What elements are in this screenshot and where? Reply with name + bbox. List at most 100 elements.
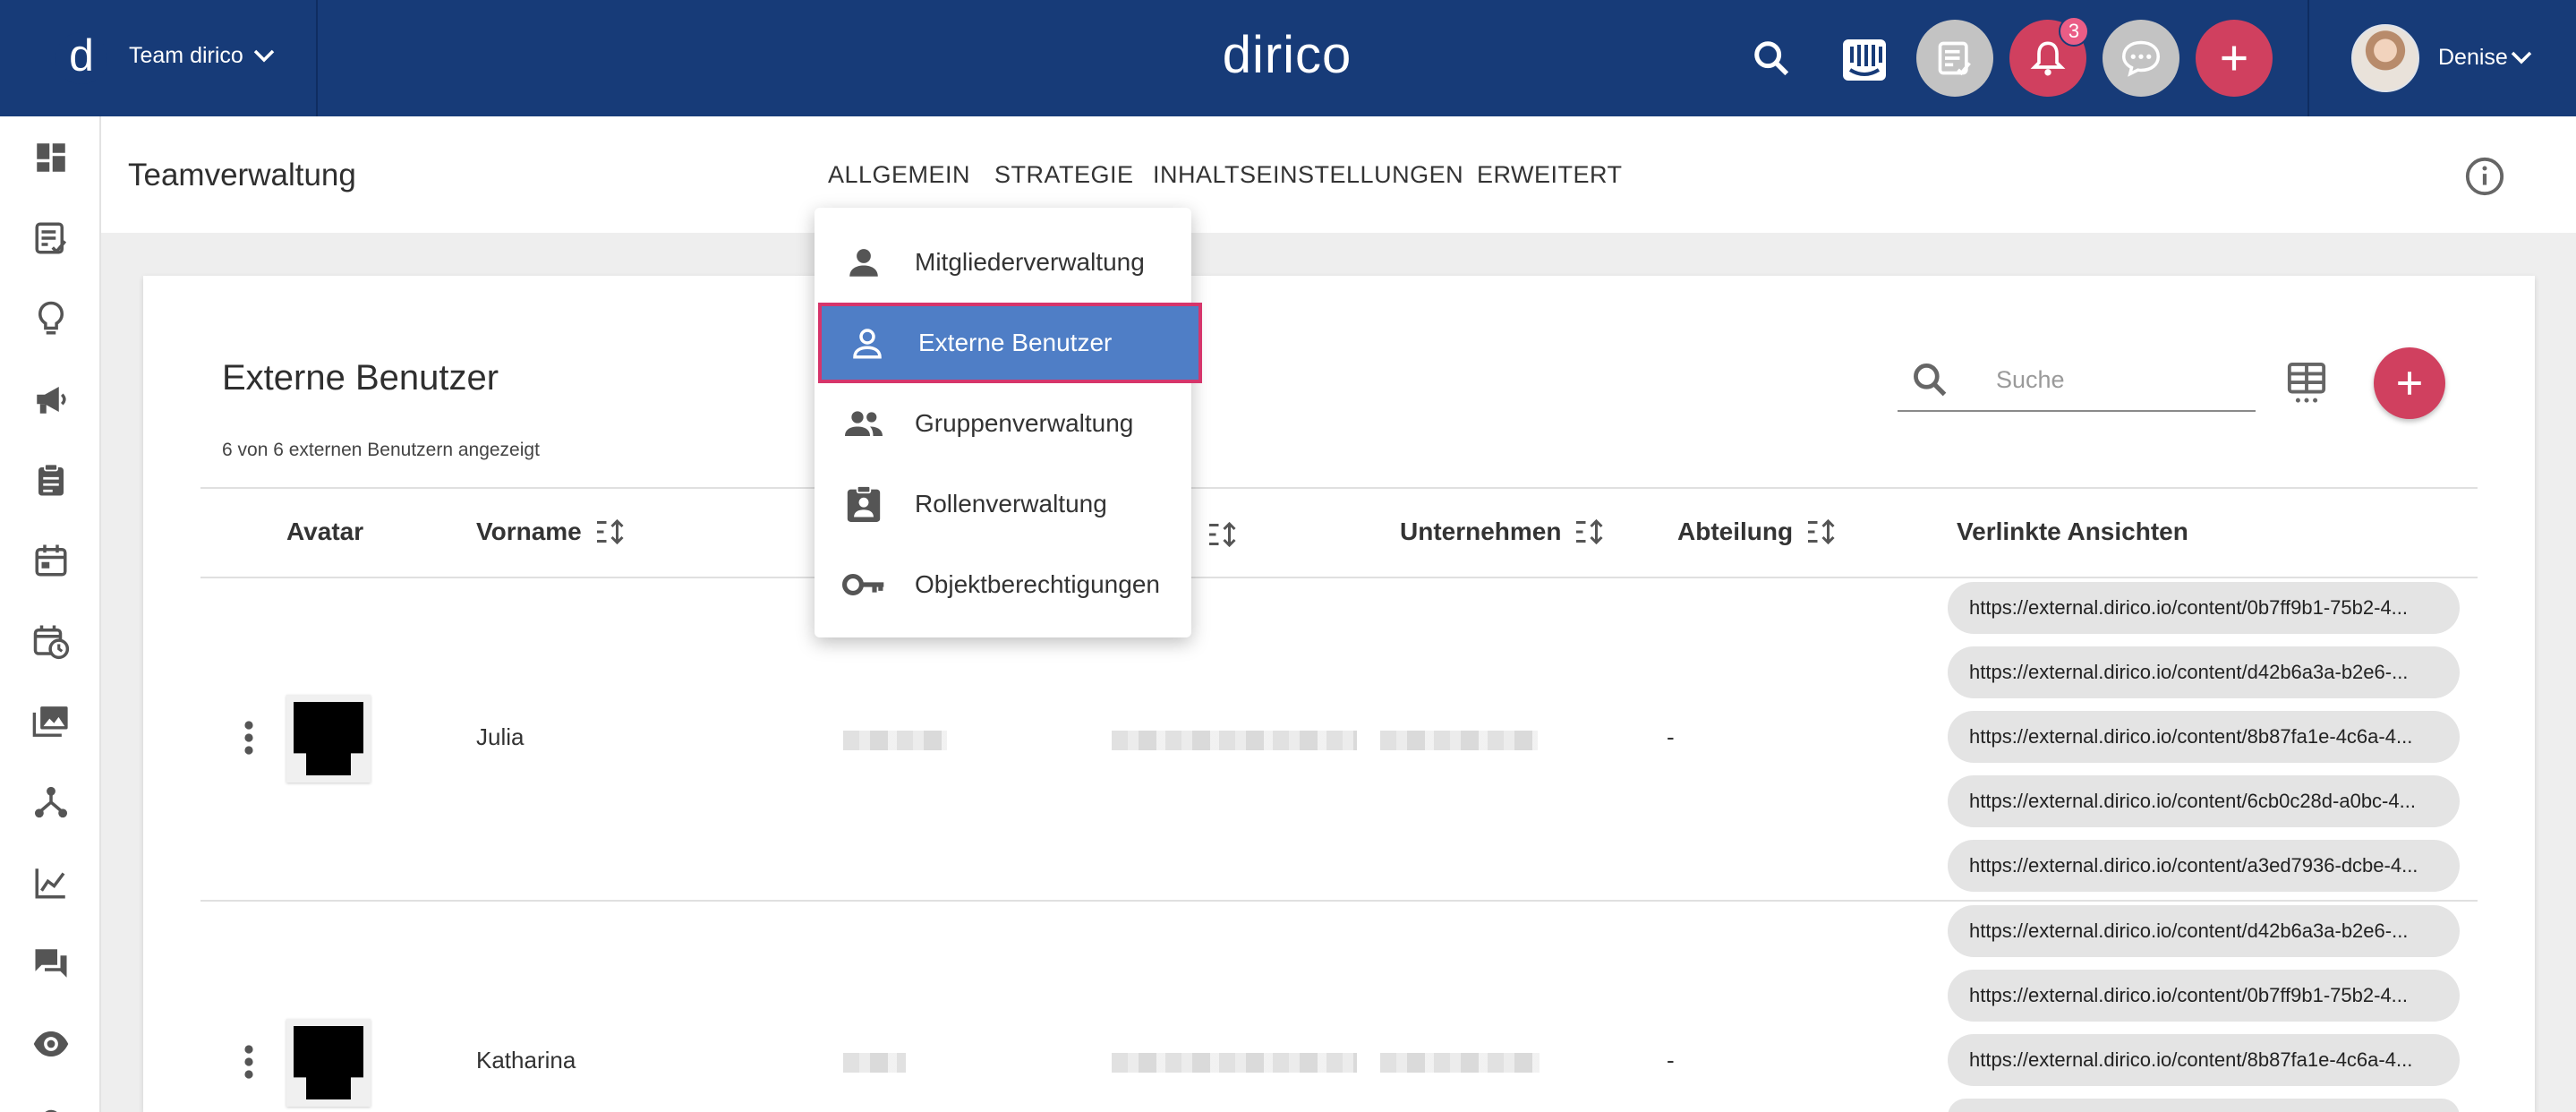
column-header-verlinkte-ansichten: Verlinkte Ansichten <box>1957 518 2188 546</box>
notification-badge: 3 <box>2059 16 2089 47</box>
redacted-last-name <box>843 1053 906 1073</box>
linked-view-chip[interactable]: https://external.dirico.io/content/6cb0c… <box>1948 775 2460 827</box>
redacted-company <box>1380 1053 1540 1073</box>
avatar <box>286 695 371 783</box>
assignment-ind-icon <box>841 482 886 526</box>
card-title: Externe Benutzer <box>222 358 499 398</box>
nav-briefings[interactable] <box>26 455 76 505</box>
sort-icon[interactable] <box>1805 518 1838 545</box>
person-icon <box>841 240 886 285</box>
table-divider <box>200 900 2478 902</box>
plus-icon <box>2222 46 2247 71</box>
nav-preview[interactable] <box>26 1019 76 1069</box>
nav-media[interactable] <box>26 697 76 747</box>
team-switcher[interactable]: d Team dirico <box>0 0 318 116</box>
chevron-down-icon[interactable] <box>2510 48 2533 66</box>
more-vert-icon[interactable] <box>242 1044 256 1080</box>
tab-erweitert[interactable]: ERWEITERT <box>1477 161 1623 189</box>
plus-icon <box>2398 372 2421 395</box>
column-header-vorname[interactable]: Vorname <box>476 518 627 546</box>
tasks-button[interactable] <box>1916 20 1993 97</box>
menu-item-objektberechtigungen[interactable]: Objektberechtigungen <box>815 544 1191 625</box>
menu-item-externe-benutzer[interactable]: Externe Benutzer <box>818 303 1202 383</box>
nav-more[interactable] <box>26 1096 76 1112</box>
user-avatar[interactable] <box>2351 24 2419 92</box>
column-label: Verlinkte Ansichten <box>1957 518 2188 545</box>
menu-item-gruppenverwaltung[interactable]: Gruppenverwaltung <box>815 383 1191 464</box>
department-cell: - <box>1667 723 1675 750</box>
nav-schedule[interactable] <box>26 616 76 666</box>
tab-allgemein[interactable]: ALLGEMEIN <box>828 161 970 189</box>
linked-view-chip[interactable]: https://external.dirico.io/content/0b7ff… <box>1948 582 2460 634</box>
nav-calendar[interactable] <box>26 535 76 586</box>
nav-campaigns[interactable] <box>26 374 76 424</box>
allgemein-dropdown-menu: Mitgliederverwaltung Externe Benutzer Gr… <box>815 208 1202 637</box>
column-header-unternehmen[interactable]: Unternehmen <box>1400 518 1606 546</box>
search-input[interactable] <box>1996 362 2247 398</box>
department-cell: - <box>1667 1047 1675 1074</box>
linked-view-chip[interactable]: https://external.dirico.io/content/a3ed7… <box>1948 840 2460 892</box>
external-users-card: Externe Benutzer 6 von 6 externen Benutz… <box>143 276 2535 1112</box>
nav-dashboard[interactable] <box>26 133 76 183</box>
nav-ideas[interactable] <box>26 294 76 344</box>
nav-messages[interactable] <box>26 938 76 988</box>
nav-workflows[interactable] <box>26 777 76 827</box>
megaphone-icon <box>37 387 66 414</box>
column-label: Vorname <box>476 518 582 545</box>
redacted-email <box>1112 731 1357 750</box>
sort-icon[interactable] <box>1574 518 1606 545</box>
eye-icon <box>33 1031 69 1056</box>
group-icon <box>841 401 886 446</box>
redacted-email <box>1112 1053 1357 1073</box>
redacted-company <box>1380 731 1538 750</box>
left-nav <box>0 116 101 1112</box>
sort-icon[interactable] <box>594 518 627 545</box>
first-name-cell: Katharina <box>476 1047 576 1074</box>
key-icon <box>841 562 886 607</box>
avatar <box>286 1019 371 1107</box>
cloud-icon <box>45 1109 57 1112</box>
nav-content[interactable] <box>26 213 76 263</box>
linked-view-chip[interactable]: https://external.dirico.io/content/0b7ff… <box>1948 970 2460 1022</box>
app-title: dirico <box>1222 26 1352 84</box>
topbar-divider <box>2307 0 2309 116</box>
person-outline-icon <box>845 321 890 365</box>
table-divider <box>200 577 2478 578</box>
calendar-icon <box>35 544 67 577</box>
team-name: Team dirico <box>129 43 243 68</box>
calendar-clock-icon <box>33 625 70 660</box>
user-count-text: 6 von 6 externen Benutzern angezeigt <box>222 440 540 460</box>
intercom-button[interactable] <box>1833 32 1896 88</box>
linked-view-chip[interactable]: https://external.dirico.io/content/d42b6… <box>1948 905 2460 957</box>
user-name[interactable]: Denise <box>2438 45 2508 71</box>
chevron-down-icon <box>253 49 275 63</box>
chat-button[interactable] <box>2103 20 2179 97</box>
linked-view-chip-partial[interactable] <box>1948 1099 2460 1112</box>
add-external-user-button[interactable] <box>2374 347 2445 419</box>
nav-analytics[interactable] <box>26 858 76 908</box>
tab-inhaltseinstellungen[interactable]: INHALTSEINSTELLUNGEN <box>1153 161 1463 189</box>
table-view-icon[interactable] <box>2286 361 2327 406</box>
sort-icon[interactable] <box>1207 521 1239 548</box>
menu-item-rollenverwaltung[interactable]: Rollenverwaltung <box>815 464 1191 544</box>
photo-library-icon <box>32 706 68 737</box>
dashboard-icon <box>37 143 65 172</box>
column-header-avatar: Avatar <box>286 518 363 546</box>
forum-icon <box>35 949 67 978</box>
search-button[interactable] <box>1740 27 1803 90</box>
menu-item-label: Externe Benutzer <box>918 329 1113 356</box>
add-button[interactable] <box>2196 20 2273 97</box>
more-vert-icon[interactable] <box>242 720 256 756</box>
column-header-abteilung[interactable]: Abteilung <box>1677 518 1838 546</box>
menu-item-label: Rollenverwaltung <box>915 490 1107 518</box>
info-icon[interactable] <box>2464 156 2505 197</box>
first-name-cell: Julia <box>476 723 525 750</box>
sub-header: Teamverwaltung ALLGEMEIN STRATEGIE INHAL… <box>101 116 2576 233</box>
search-field[interactable] <box>1898 347 2256 412</box>
menu-item-mitgliederverwaltung[interactable]: Mitgliederverwaltung <box>815 222 1191 303</box>
linked-view-chip[interactable]: https://external.dirico.io/content/8b87f… <box>1948 711 2460 763</box>
linked-view-chip[interactable]: https://external.dirico.io/content/d42b6… <box>1948 646 2460 698</box>
search-icon <box>1914 364 1947 397</box>
linked-view-chip[interactable]: https://external.dirico.io/content/8b87f… <box>1948 1034 2460 1086</box>
tab-strategie[interactable]: STRATEGIE <box>994 161 1134 189</box>
